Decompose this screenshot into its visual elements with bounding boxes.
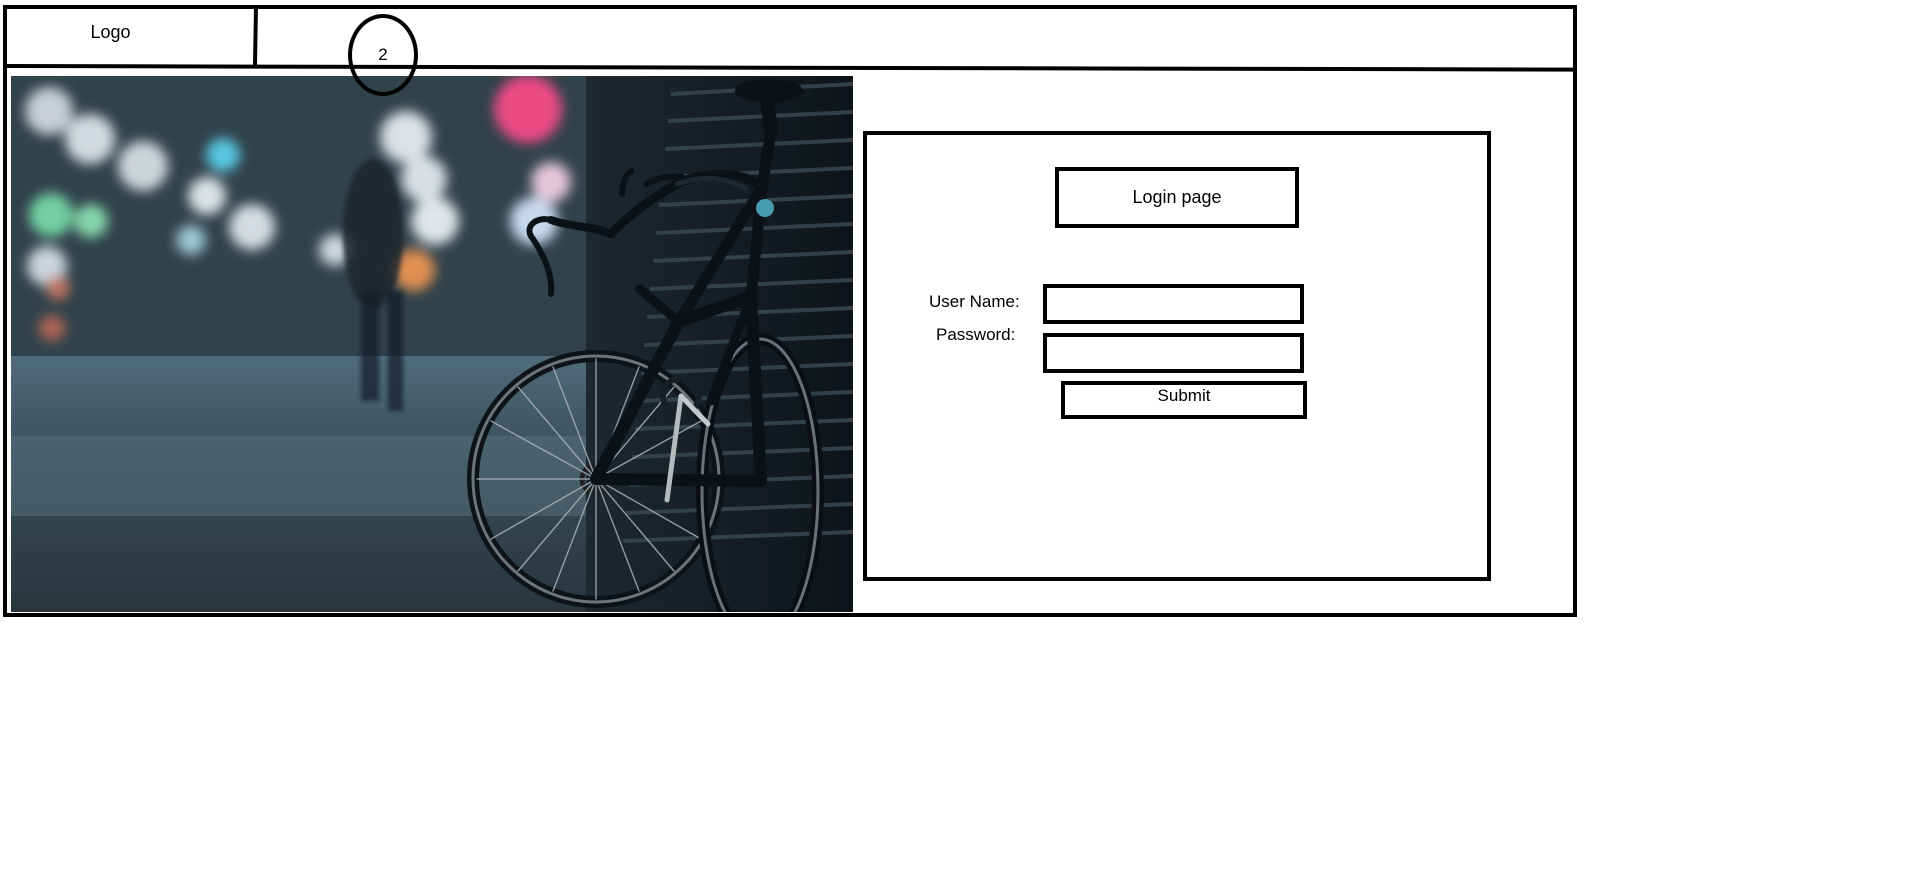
login-page-title: Login page (1055, 167, 1299, 228)
nav-circle-2[interactable]: 2 (348, 14, 418, 96)
bicycle-street-image (11, 76, 853, 612)
username-input[interactable] (1043, 284, 1304, 324)
password-input[interactable] (1043, 333, 1304, 373)
submit-button[interactable]: Submit (1061, 381, 1307, 419)
logo[interactable]: Logo (8, 20, 213, 44)
username-label: User Name: (929, 292, 1020, 311)
hero-image (11, 76, 853, 612)
password-label: Password: (936, 325, 1016, 344)
